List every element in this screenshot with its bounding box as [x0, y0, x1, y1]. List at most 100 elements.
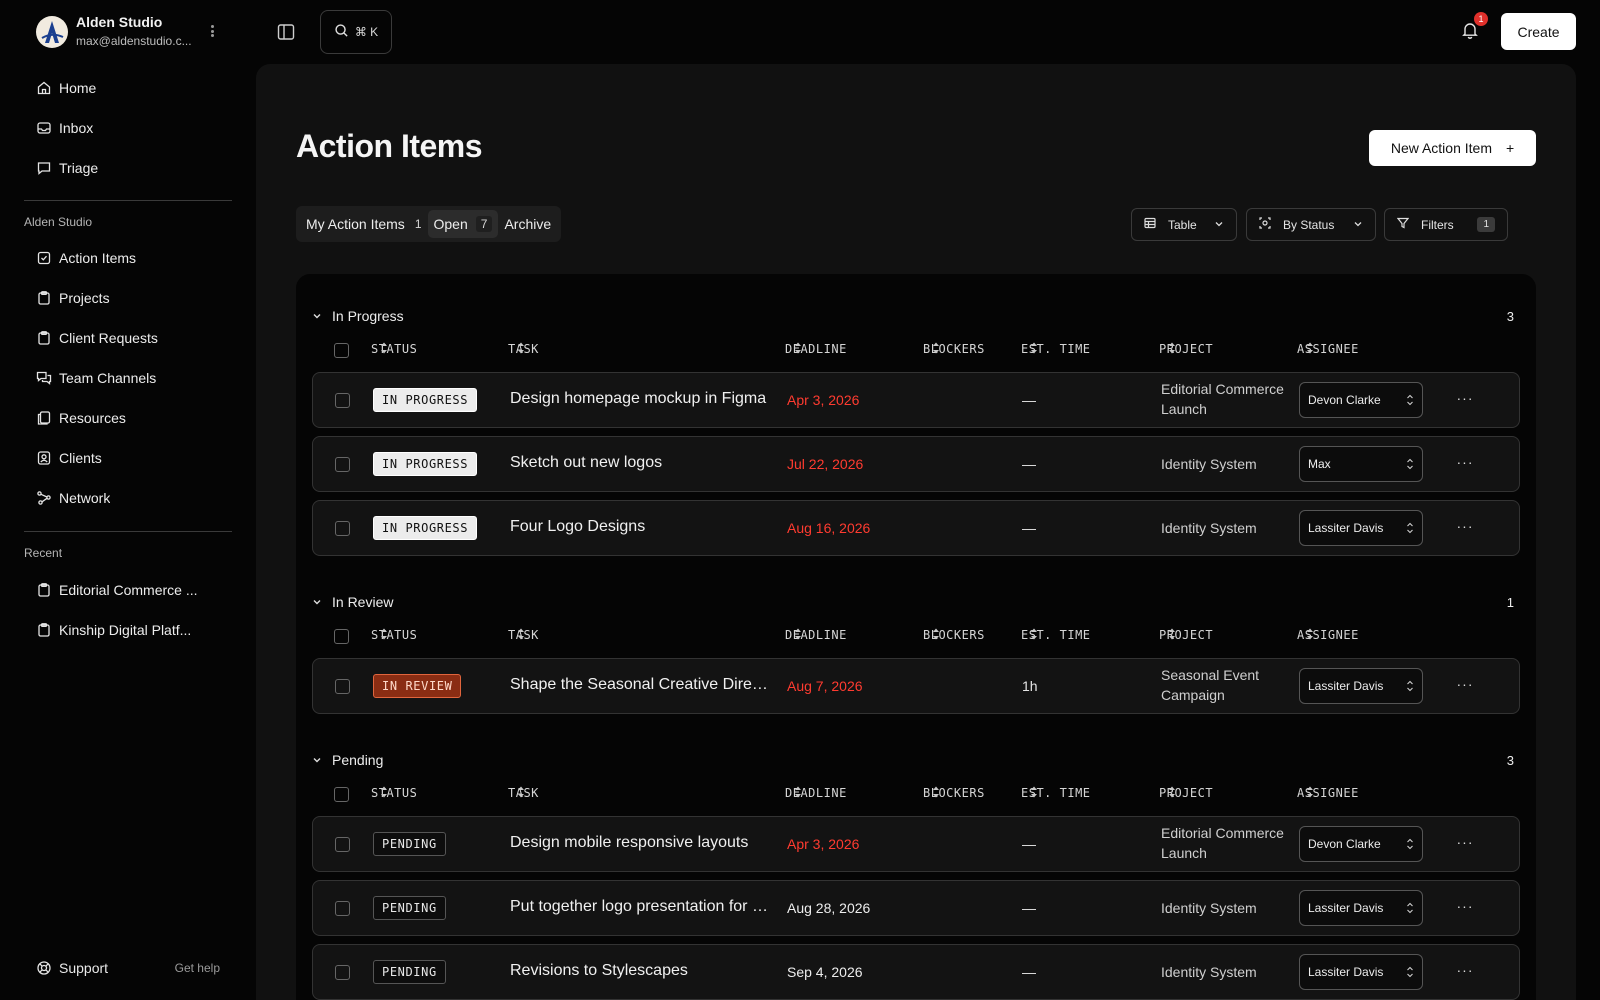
- app-root: Alden Studio max@aldenstudio.c... Home I…: [0, 0, 1600, 1000]
- view-select[interactable]: Table: [1131, 208, 1237, 241]
- group-icon: [1259, 217, 1271, 232]
- table-row[interactable]: IN PROGRESS Four Logo Designs Aug 16, 2026…: [312, 500, 1520, 556]
- row-checkbox[interactable]: [335, 393, 350, 408]
- table-row[interactable]: IN PROGRESS Sketch out new logos Jul 22, 2…: [312, 436, 1520, 492]
- status-badge[interactable]: IN PROGRESS: [373, 516, 478, 540]
- nav-item-resources[interactable]: Resources: [24, 402, 232, 434]
- group-header-in-review[interactable]: In Review 1: [312, 594, 1520, 610]
- workspace-switcher[interactable]: Alden Studio max@aldenstudio.c...: [36, 14, 196, 49]
- task-title[interactable]: Sketch out new logos: [510, 454, 772, 472]
- est-time: —: [1022, 836, 1036, 852]
- sort-icon: [932, 342, 940, 354]
- nav-item-triage[interactable]: Triage: [24, 152, 232, 184]
- nav-item-action-items[interactable]: Action Items: [24, 242, 232, 274]
- select-arrows-icon: [1406, 521, 1414, 538]
- workspace-menu-icon[interactable]: [206, 22, 218, 40]
- nav-item-client-requests[interactable]: Client Requests: [24, 322, 232, 354]
- tab-archive[interactable]: Archive: [498, 210, 557, 238]
- assignee-select[interactable]: Devon Clarke: [1299, 382, 1423, 418]
- more-options-icon[interactable]: ···: [1455, 516, 1475, 536]
- project-name[interactable]: Identity System: [1161, 518, 1289, 538]
- table-row[interactable]: PENDING Revisions to Stylescapes Sep 4, 20…: [312, 944, 1520, 1000]
- task-title[interactable]: Revisions to Stylescapes: [510, 962, 772, 980]
- nav-label: Inbox: [59, 120, 94, 136]
- project-name[interactable]: Identity System: [1161, 898, 1289, 918]
- status-badge[interactable]: PENDING: [373, 832, 446, 856]
- row-checkbox[interactable]: [335, 965, 350, 980]
- nav-item-inbox[interactable]: Inbox: [24, 112, 232, 144]
- select-arrows-icon: [1406, 393, 1414, 410]
- tab-open[interactable]: Open 7: [427, 210, 499, 238]
- assignee-select[interactable]: Max: [1299, 446, 1423, 482]
- nav-item-home[interactable]: Home: [24, 72, 232, 104]
- group-header-in-progress[interactable]: In Progress 3: [312, 308, 1520, 324]
- tab-label: My Action Items: [306, 216, 405, 232]
- project-name[interactable]: Editorial Commerce Launch: [1161, 379, 1289, 419]
- group-header-pending[interactable]: Pending 3: [312, 752, 1520, 768]
- status-badge[interactable]: IN PROGRESS: [373, 388, 478, 412]
- select-arrows-icon: [1406, 965, 1414, 982]
- studio-nav: Action Items Projects Client Requests Te…: [24, 242, 232, 514]
- sidebar-toggle-icon[interactable]: [274, 20, 298, 44]
- new-button-label: New Action Item: [1390, 140, 1492, 156]
- nav-item-clients[interactable]: Clients: [24, 442, 232, 474]
- workspace-name: Alden Studio: [76, 14, 163, 30]
- project-name[interactable]: Editorial Commerce Launch: [1161, 823, 1289, 863]
- project-name[interactable]: Seasonal Event Campaign: [1161, 665, 1289, 705]
- table-row[interactable]: PENDING Put together logo presentation fo…: [312, 880, 1520, 936]
- nav-item-team-channels[interactable]: Team Channels: [24, 362, 232, 394]
- status-badge[interactable]: PENDING: [373, 896, 446, 920]
- assignee-select[interactable]: Lassiter Davis: [1299, 890, 1423, 926]
- support-link[interactable]: Support: [24, 960, 108, 976]
- documents-icon: [36, 410, 52, 426]
- more-options-icon[interactable]: ···: [1455, 960, 1475, 980]
- row-checkbox[interactable]: [335, 901, 350, 916]
- row-checkbox[interactable]: [335, 457, 350, 472]
- row-checkbox[interactable]: [335, 679, 350, 694]
- tab-my-action-items[interactable]: My Action Items 1: [300, 210, 428, 238]
- nav-label: Home: [59, 80, 97, 96]
- nav-item-network[interactable]: Network: [24, 482, 232, 514]
- chevron-down-icon: [1214, 218, 1224, 232]
- task-title[interactable]: Four Logo Designs: [510, 518, 772, 536]
- row-checkbox[interactable]: [335, 837, 350, 852]
- sort-icon: [794, 786, 802, 798]
- deadline: Apr 3, 2026: [787, 836, 860, 852]
- create-button[interactable]: Create: [1501, 13, 1576, 50]
- get-help-link[interactable]: Get help: [175, 961, 232, 975]
- more-options-icon[interactable]: ···: [1455, 452, 1475, 472]
- sidebar: Alden Studio max@aldenstudio.c... Home I…: [0, 0, 256, 1000]
- search-button[interactable]: ⌘ K: [320, 10, 392, 54]
- column-header-row: STATUS TASK DEADLINE BLOCKERS EST. TIME PROJE…: [296, 782, 1536, 802]
- nav-item-projects[interactable]: Projects: [24, 282, 232, 314]
- nav-item-recent[interactable]: Editorial Commerce ...: [24, 574, 232, 606]
- assignee-select[interactable]: Devon Clarke: [1299, 826, 1423, 862]
- row-checkbox[interactable]: [335, 521, 350, 536]
- more-options-icon[interactable]: ···: [1455, 388, 1475, 408]
- filters-button[interactable]: Filters 1: [1384, 208, 1508, 241]
- assignee-select[interactable]: Lassiter Davis: [1299, 510, 1423, 546]
- more-options-icon[interactable]: ···: [1455, 674, 1475, 694]
- task-title[interactable]: Design homepage mockup in Figma: [510, 390, 772, 408]
- status-badge[interactable]: PENDING: [373, 960, 446, 984]
- project-name[interactable]: Identity System: [1161, 962, 1289, 982]
- project-name[interactable]: Identity System: [1161, 454, 1289, 474]
- group-name: In Progress: [332, 308, 404, 324]
- task-title[interactable]: Shape the Seasonal Creative Direction: [510, 676, 772, 694]
- task-title[interactable]: Design mobile responsive layouts: [510, 834, 772, 852]
- filter-icon: [1396, 217, 1410, 232]
- group-select[interactable]: By Status: [1246, 208, 1376, 241]
- assignee-select[interactable]: Lassiter Davis: [1299, 954, 1423, 990]
- table-row[interactable]: IN REVIEW Shape the Seasonal Creative Dir…: [312, 658, 1520, 714]
- nav-item-recent[interactable]: Kinship Digital Platf...: [24, 614, 232, 646]
- est-time: —: [1022, 456, 1036, 472]
- more-options-icon[interactable]: ···: [1455, 896, 1475, 916]
- status-badge[interactable]: IN PROGRESS: [373, 452, 478, 476]
- new-action-item-button[interactable]: New Action Item +: [1369, 130, 1536, 166]
- table-row[interactable]: IN PROGRESS Design homepage mockup in Fig…: [312, 372, 1520, 428]
- table-row[interactable]: PENDING Design mobile responsive layouts A…: [312, 816, 1520, 872]
- more-options-icon[interactable]: ···: [1455, 832, 1475, 852]
- status-badge[interactable]: IN REVIEW: [373, 674, 462, 698]
- assignee-select[interactable]: Lassiter Davis: [1299, 668, 1423, 704]
- task-title[interactable]: Put together logo presentation for revie…: [510, 898, 772, 916]
